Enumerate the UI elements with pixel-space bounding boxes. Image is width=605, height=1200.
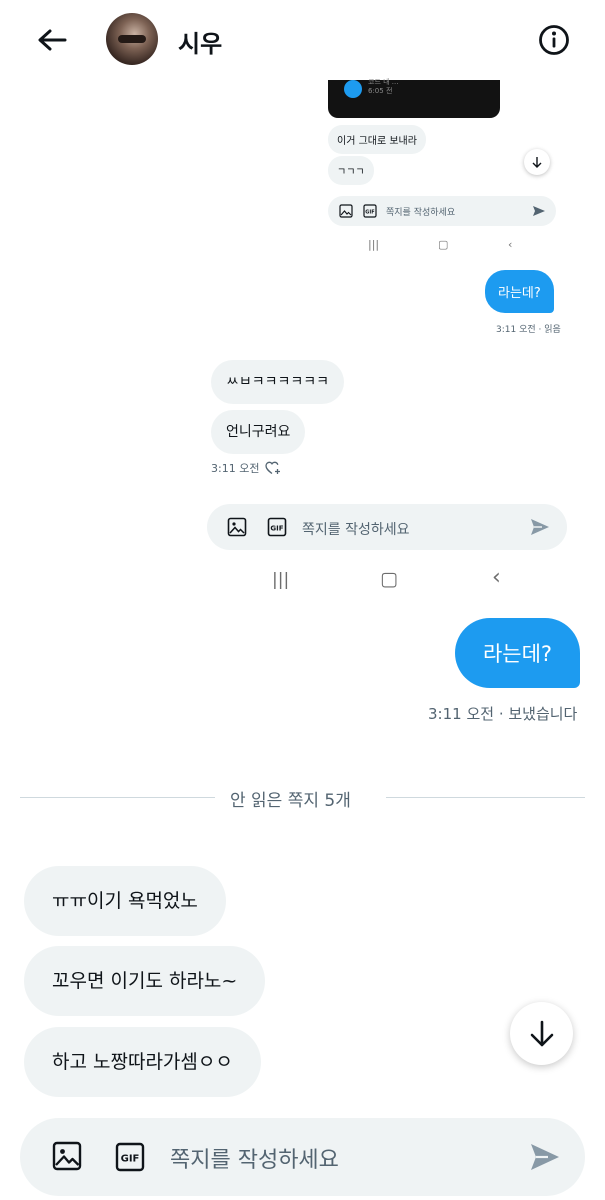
arrow-left-icon <box>38 29 67 51</box>
image-icon[interactable] <box>52 1141 82 1171</box>
recent-apps-icon: ||| <box>368 238 380 251</box>
preview-card-text: 코드 내 ... 6:05 전 <box>368 78 399 95</box>
recent-apps-icon: ||| <box>272 570 290 590</box>
back-nav-icon: ‹ <box>492 565 501 590</box>
divider-line <box>20 797 215 798</box>
heart-plus-icon <box>265 461 281 475</box>
preview-dark-card: 코드 내 ... 6:05 전 <box>328 78 500 118</box>
home-icon: ▢ <box>380 568 398 590</box>
image-icon <box>339 204 353 218</box>
send-icon[interactable] <box>528 1140 562 1174</box>
info-button[interactable] <box>534 20 574 60</box>
back-button[interactable] <box>32 20 72 60</box>
shot-time: 3:11 오전 <box>211 460 281 476</box>
info-icon <box>539 25 569 55</box>
svg-text:GIF: GIF <box>270 524 283 532</box>
shot-bubble: 언니구려요 <box>211 410 306 454</box>
incoming-message[interactable]: 하고 노짱따라가셈ㅇㅇ <box>24 1027 261 1097</box>
gif-icon: GIF <box>267 517 287 537</box>
divider-line <box>386 797 585 798</box>
arrow-down-icon <box>530 1020 553 1046</box>
send-icon <box>531 519 549 535</box>
incoming-message[interactable]: 꼬우면 이기도 하라노~ <box>24 946 266 1016</box>
gif-icon[interactable]: GIF <box>115 1142 145 1172</box>
svg-text:GIF: GIF <box>121 1154 140 1165</box>
shot-composer: GIF 쪽지를 작성하세요 <box>207 504 567 550</box>
preview-nav-bar: ||| ▢ ‹ <box>360 238 530 254</box>
shot-nav-bar: ||| ▢ ‹ <box>200 565 585 594</box>
message-input[interactable]: 쪽지를 작성하세요 <box>170 1142 339 1174</box>
preview-out-bubble: 라는데? <box>485 270 554 313</box>
preview-bubble: ㄱㄱㄱ <box>328 156 374 185</box>
scroll-to-bottom-button[interactable] <box>510 1002 573 1065</box>
message-composer: GIF 쪽지를 작성하세요 <box>20 1118 585 1196</box>
home-icon: ▢ <box>438 238 449 251</box>
preview-bubble: 이거 그대로 보내라 <box>328 125 426 154</box>
preview-out-time: 3:11 오전 · 읽음 <box>496 325 561 335</box>
unread-count-label: 안 읽은 쪽지 5개 <box>230 791 351 811</box>
contact-name[interactable]: 시우 <box>178 24 222 59</box>
shot-bubble: ㅆㅂㅋㅋㅋㅋㅋㅋ <box>211 360 345 404</box>
app-logo-icon <box>344 80 362 98</box>
unread-divider: 안 읽은 쪽지 5개 <box>20 786 585 811</box>
back-nav-icon: ‹ <box>508 238 513 251</box>
conversation-header: 시우 <box>0 0 605 80</box>
preview-placeholder: 쪽지를 작성하세요 <box>386 208 456 218</box>
send-icon <box>533 206 545 216</box>
preview-composer: GIF 쪽지를 작성하세요 <box>328 196 556 226</box>
image-icon <box>227 517 247 537</box>
message-status: 3:11 오전 · 보냈습니다 <box>428 705 578 723</box>
shot-placeholder: 쪽지를 작성하세요 <box>302 522 410 538</box>
outgoing-message[interactable]: 라는데? <box>455 618 580 688</box>
svg-text:GIF: GIF <box>365 210 374 216</box>
shared-screenshot-image[interactable]: 코드 내 ... 6:05 전 이거 그대로 보내라 ㄱㄱㄱ GIF 쪽지를 작… <box>200 78 585 600</box>
incoming-message[interactable]: ㅠㅠ이기 욕먹었노 <box>24 866 226 936</box>
gif-icon: GIF <box>363 204 377 218</box>
avatar[interactable] <box>106 13 158 65</box>
preview-scroll-down-icon <box>524 149 550 175</box>
